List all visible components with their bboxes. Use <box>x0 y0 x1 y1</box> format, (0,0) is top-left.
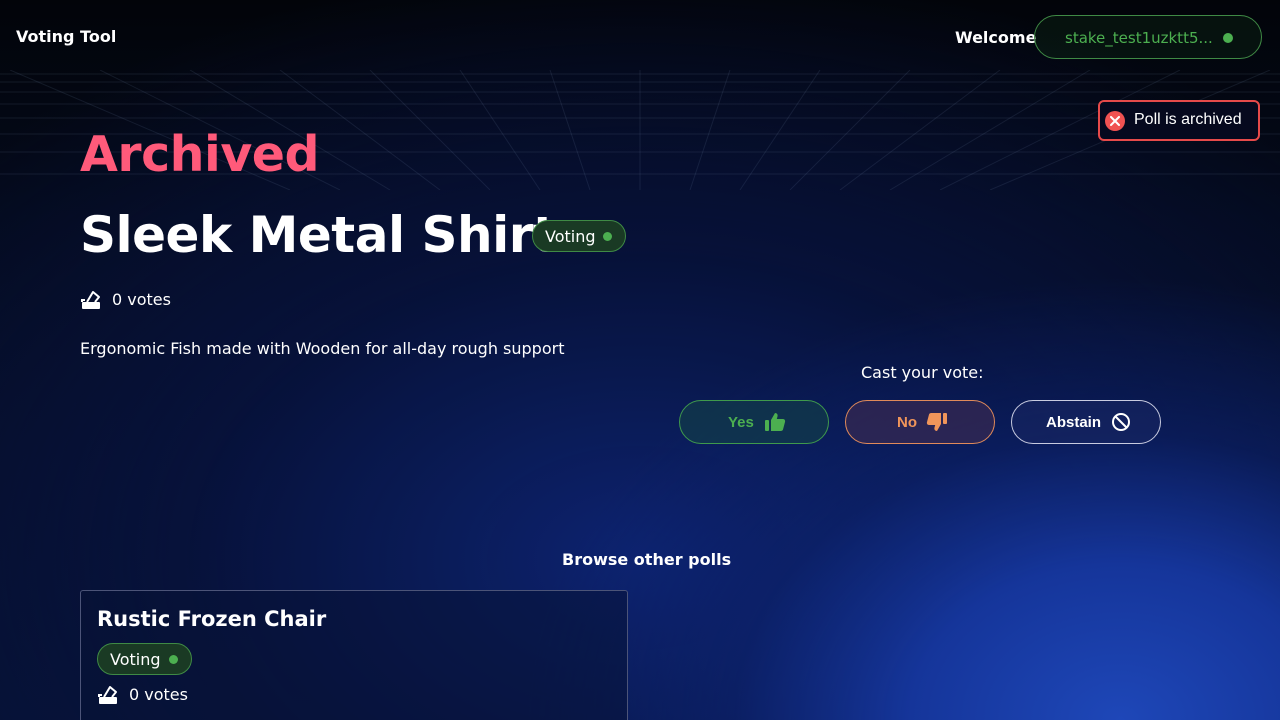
poll-card-title[interactable]: Rustic Frozen Chair <box>97 607 326 631</box>
wallet-status-dot <box>1223 33 1233 43</box>
poll-card-vote-count-label: 0 votes <box>129 685 188 704</box>
toast-message: Poll is archived <box>1134 111 1242 128</box>
poll-card-badge-label: Voting <box>110 650 161 669</box>
ballot-box-icon <box>81 291 100 309</box>
vote-no-button[interactable]: No <box>845 400 995 444</box>
poll-title: Sleek Metal Shirt <box>80 206 557 264</box>
top-bar: Voting Tool Welcome stake_test1uzktt5... <box>0 0 1280 76</box>
thumbs-up-icon <box>765 413 786 431</box>
poll-status-heading: Archived <box>80 126 320 183</box>
poll-card-status-badge: Voting <box>97 643 192 675</box>
vote-abstain-button[interactable]: Abstain <box>1011 400 1161 444</box>
vote-no-label: No <box>897 414 917 431</box>
thumbs-down-icon <box>926 413 947 431</box>
ballot-box-icon <box>98 686 117 704</box>
vote-yes-label: Yes <box>728 414 754 431</box>
vote-abstain-label: Abstain <box>1046 414 1102 431</box>
app-title[interactable]: Voting Tool <box>16 27 116 46</box>
status-dot <box>603 232 612 241</box>
welcome-label: Welcome <box>955 28 1037 47</box>
poll-card-status-dot <box>169 655 178 664</box>
vote-yes-button[interactable]: Yes <box>679 400 829 444</box>
browse-polls-heading: Browse other polls <box>562 550 732 569</box>
status-badge: Voting <box>532 220 626 252</box>
poll-description: Ergonomic Fish made with Wooden for all-… <box>80 339 565 358</box>
cast-vote-label: Cast your vote: <box>861 363 984 382</box>
toast-notification[interactable]: Poll is archived <box>1098 100 1260 141</box>
close-circle-icon <box>1105 111 1125 131</box>
vote-count-label: 0 votes <box>112 290 171 309</box>
status-badge-label: Voting <box>545 227 596 246</box>
ban-icon <box>1112 413 1130 431</box>
wallet-address: stake_test1uzktt5... <box>1065 29 1213 47</box>
wallet-button[interactable]: stake_test1uzktt5... <box>1034 15 1262 59</box>
